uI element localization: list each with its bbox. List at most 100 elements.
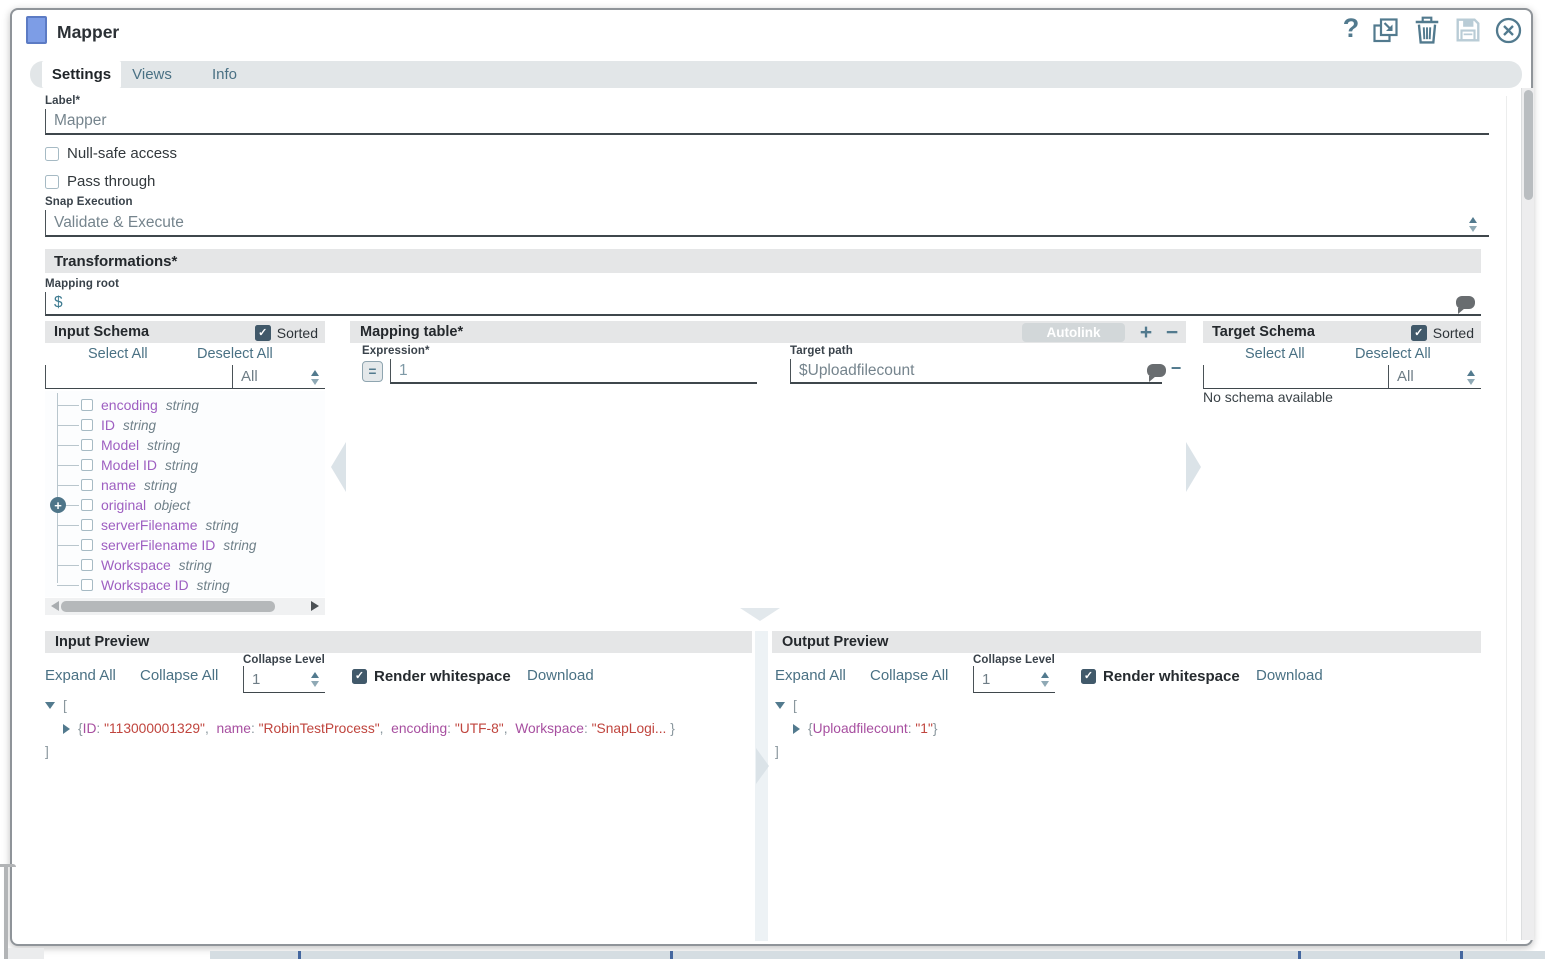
target-schema-filter-input[interactable]	[1203, 365, 1388, 389]
row-comment-bubble-icon[interactable]	[1147, 364, 1166, 377]
input-preview-expand-all-link[interactable]: Expand All	[45, 667, 116, 684]
comment-bubble-icon[interactable]	[1456, 296, 1475, 309]
input-schema-deselect-all-link[interactable]: Deselect All	[197, 346, 273, 362]
close-icon[interactable]	[1494, 16, 1523, 45]
open-in-new-view-icon[interactable]	[1372, 17, 1399, 44]
delete-row-button[interactable]: −	[1166, 358, 1186, 378]
input-preview-download-link[interactable]: Download	[527, 667, 594, 684]
target-schema-type-select[interactable]: All	[1388, 365, 1481, 389]
schema-field-name: encoding	[101, 397, 158, 413]
schema-field-row: serverFilenamestring	[45, 515, 325, 535]
schema-field-name: original	[101, 497, 146, 513]
save-glyph	[1455, 17, 1481, 43]
schema-field-type: string	[165, 458, 198, 473]
background-page-fragment	[298, 951, 301, 959]
expand-toggle-icon[interactable]	[63, 724, 70, 734]
render-whitespace-label: Render whitespace	[1103, 668, 1240, 685]
tree-connector	[57, 585, 79, 586]
json-token: }	[933, 721, 938, 736]
json-token: [	[793, 698, 797, 713]
select-spinner-icon[interactable]	[1469, 217, 1477, 232]
expression-toggle-button[interactable]: =	[362, 361, 383, 382]
remove-mapping-rows-button[interactable]: −	[1161, 321, 1183, 343]
save-icon[interactable]	[1455, 17, 1481, 43]
output-preview-download-link[interactable]: Download	[1256, 667, 1323, 684]
type-select-spinner-icon[interactable]	[311, 370, 319, 385]
expression-input[interactable]	[390, 359, 757, 384]
input-preview-collapse-all-link[interactable]: Collapse All	[140, 667, 218, 684]
help-icon[interactable]: ?	[1338, 13, 1364, 43]
target-schema-deselect-all-link[interactable]: Deselect All	[1355, 346, 1431, 362]
schema-field-checkbox[interactable]	[81, 499, 93, 511]
collapse-target-schema-handle[interactable]	[1186, 442, 1201, 492]
schema-field-name: Workspace	[101, 557, 171, 573]
output-preview-expand-all-link[interactable]: Expand All	[775, 667, 846, 684]
tab-settings[interactable]: Settings	[42, 61, 121, 88]
collapse-input-schema-handle[interactable]	[331, 442, 346, 492]
expand-toggle-icon[interactable]	[793, 724, 800, 734]
target-schema-sorted-checkbox[interactable]: ✓	[1411, 325, 1427, 341]
null-safe-checkbox[interactable]	[45, 147, 59, 161]
schema-horizontal-scrollbar[interactable]	[45, 598, 325, 615]
open-in-new-view-glyph	[1372, 17, 1399, 44]
collapse-level-input[interactable]: 1	[243, 666, 325, 693]
output-preview-collapse-all-link[interactable]: Collapse All	[870, 667, 948, 684]
schema-field-checkbox[interactable]	[81, 559, 93, 571]
preview-splitter[interactable]	[755, 631, 768, 941]
background-page-fragment	[1298, 951, 1301, 959]
collapse-toggle-icon[interactable]	[45, 702, 55, 709]
pass-through-checkbox[interactable]	[45, 175, 59, 189]
collapse-level-input[interactable]: 1	[973, 666, 1055, 693]
schema-field-checkbox[interactable]	[81, 459, 93, 471]
scroll-thumb[interactable]	[61, 601, 275, 612]
schema-field-checkbox[interactable]	[81, 439, 93, 451]
snap-execution-select[interactable]: Validate & Execute	[45, 210, 1489, 237]
collapse-level-spinner-icon[interactable]	[1041, 672, 1049, 687]
output-preview-header: Output Preview	[772, 631, 1481, 653]
add-mapping-row-button[interactable]: +	[1135, 321, 1157, 343]
json-token: ]	[775, 744, 779, 759]
schema-field-type: string	[197, 578, 230, 593]
expand-node-icon[interactable]: +	[50, 497, 66, 513]
render-whitespace-checkbox[interactable]: ✓	[352, 669, 367, 684]
autolink-button[interactable]: Autolink	[1022, 323, 1125, 342]
schema-field-name: Model ID	[101, 457, 157, 473]
collapse-toggle-icon[interactable]	[775, 702, 785, 709]
target-schema-select-all-link[interactable]: Select All	[1245, 346, 1305, 362]
vertical-scrollbar[interactable]	[1521, 88, 1534, 940]
input-schema-filter-input[interactable]	[45, 365, 232, 389]
json-token: }	[666, 721, 674, 736]
schema-field-row: Model ID string	[45, 455, 325, 475]
json-token: :	[908, 721, 916, 736]
input-schema-type-select[interactable]: All	[232, 365, 325, 389]
collapse-level-spinner-icon[interactable]	[311, 672, 319, 687]
label-field-caption: Label*	[45, 95, 80, 107]
render-whitespace-checkbox[interactable]: ✓	[1081, 669, 1096, 684]
output-preview-json: [{Uploadfilecount: "1"}]	[775, 694, 1475, 763]
scroll-left-arrow-icon[interactable]	[51, 601, 59, 611]
sorted-label: Sorted	[1433, 325, 1474, 341]
schema-field-checkbox[interactable]	[81, 479, 93, 491]
scroll-right-arrow-icon[interactable]	[311, 601, 319, 611]
input-schema-sorted-checkbox[interactable]: ✓	[255, 325, 271, 341]
input-schema-select-all-link[interactable]: Select All	[88, 346, 148, 362]
schema-field-checkbox[interactable]	[81, 539, 93, 551]
vertical-scroll-thumb[interactable]	[1524, 90, 1533, 200]
delete-snap-icon[interactable]	[1414, 15, 1440, 44]
json-token: "113000001329"	[104, 721, 205, 736]
tab-bar	[30, 61, 1522, 88]
type-select-spinner-icon[interactable]	[1467, 370, 1475, 385]
schema-field-checkbox[interactable]	[81, 399, 93, 411]
schema-field-checkbox[interactable]	[81, 519, 93, 531]
schema-field-checkbox[interactable]	[81, 579, 93, 591]
target-path-input[interactable]	[790, 359, 1162, 384]
tab-info[interactable]: Info	[197, 61, 252, 88]
json-token: :	[584, 721, 592, 736]
mapping-root-input[interactable]: $	[45, 292, 1481, 316]
schema-field-checkbox[interactable]	[81, 419, 93, 431]
expand-preview-handle[interactable]	[756, 748, 769, 784]
tab-views[interactable]: Views	[121, 61, 183, 88]
collapse-preview-handle[interactable]	[740, 608, 780, 621]
input-preview-json: [{ID: "113000001329", name: "RobinTestPr…	[45, 694, 745, 763]
label-input[interactable]	[45, 109, 1489, 135]
